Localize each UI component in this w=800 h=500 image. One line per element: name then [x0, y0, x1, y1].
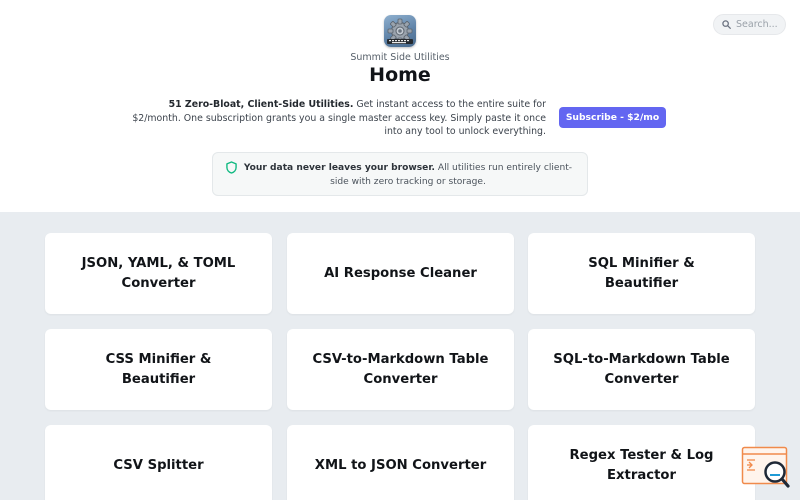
tool-card[interactable]: JSON, YAML, & TOML Converter	[45, 233, 272, 314]
feedback-magnifier-icon	[741, 446, 790, 488]
search-placeholder: Search...	[736, 19, 778, 30]
shield-icon	[226, 161, 237, 174]
privacy-text: Your data never leaves your browser. All…	[239, 161, 577, 189]
tool-card[interactable]: CSS Minifier & Beautifier	[45, 329, 272, 410]
tool-card-title: CSV-to-Markdown Table Converter	[312, 351, 489, 387]
intro-text: 51 Zero-Bloat, Client-Side Utilities. Ge…	[130, 98, 546, 139]
tool-card[interactable]: CSV Splitter	[45, 425, 272, 500]
tool-card[interactable]: SQL Minifier & Beautifier	[528, 233, 755, 314]
tool-card-title: CSS Minifier & Beautifier	[105, 351, 212, 387]
tool-card-title: Regex Tester & Log Extractor	[569, 447, 714, 483]
search-input[interactable]: Search...	[713, 14, 786, 35]
intro-lead: 51 Zero-Bloat, Client-Side Utilities.	[168, 99, 354, 110]
search-icon	[722, 20, 731, 29]
feedback-button[interactable]	[741, 446, 791, 490]
subscribe-button[interactable]: Subscribe - $2/mo	[559, 107, 666, 128]
privacy-notice: Your data never leaves your browser. All…	[212, 152, 588, 196]
tool-card-title: AI Response Cleaner	[324, 265, 477, 281]
tool-card-title: XML to JSON Converter	[314, 457, 487, 473]
tool-card[interactable]: SQL-to-Markdown Table Converter	[528, 329, 755, 410]
site-name: Summit Side Utilities	[350, 52, 450, 63]
tool-card[interactable]: CSV-to-Markdown Table Converter	[287, 329, 514, 410]
tool-card[interactable]: Regex Tester & Log Extractor	[528, 425, 755, 500]
privacy-lead: Your data never leaves your browser.	[243, 163, 435, 173]
page-header: Search... Summit Side Utilities Home 51 …	[0, 0, 800, 212]
page-title: Home	[369, 64, 431, 86]
gear-icon[interactable]	[384, 15, 416, 47]
tool-card-title: CSV Splitter	[113, 457, 204, 473]
tool-card-title: JSON, YAML, & TOML Converter	[81, 255, 236, 291]
tool-card[interactable]: XML to JSON Converter	[287, 425, 514, 500]
tool-card-title: SQL-to-Markdown Table Converter	[553, 351, 730, 387]
tool-card-title: SQL Minifier & Beautifier	[588, 255, 695, 291]
tool-card[interactable]: AI Response Cleaner	[287, 233, 514, 314]
